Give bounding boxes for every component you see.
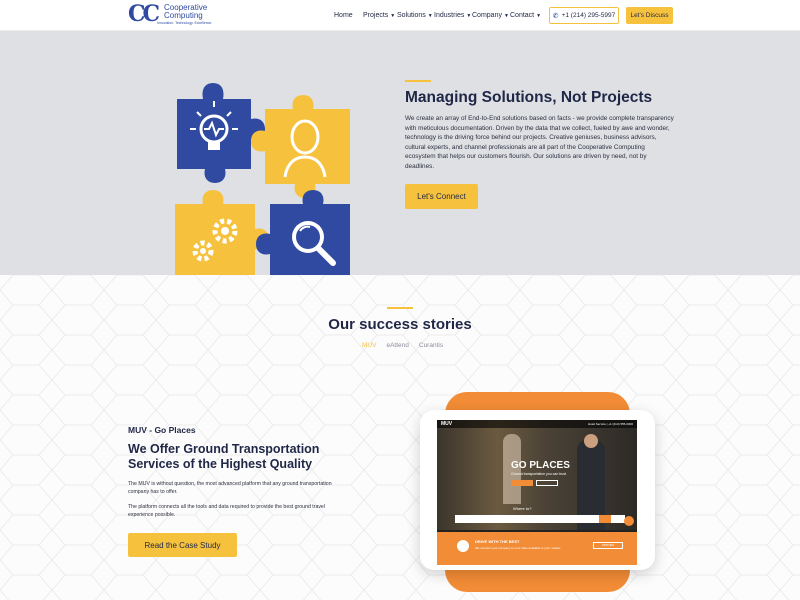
- screen-headline: GO PLACES: [511, 460, 570, 471]
- drive-button: PARTNER: [593, 542, 623, 549]
- case-kicker: MUV - Go Places: [128, 425, 196, 435]
- drive-subtitle: We connect your company to mov rides ava…: [475, 546, 561, 550]
- nav-label: Contact: [510, 12, 535, 19]
- puzzle-piece-lightbulb: [177, 83, 265, 183]
- screen-search-go: [599, 515, 611, 523]
- steering-wheel-icon: [457, 540, 469, 552]
- screen-button-primary: [511, 480, 533, 486]
- hero-title: Managing Solutions, Not Projects: [405, 89, 653, 106]
- screen-subheadline: Ground transportation you can trust: [511, 472, 567, 476]
- screen-where-label: Where to?: [513, 506, 532, 511]
- chevron-down-icon: ▼: [466, 12, 472, 19]
- chevron-down-icon: ▼: [427, 12, 433, 19]
- phone-icon: ✆: [552, 12, 559, 20]
- success-title: Our success stories: [328, 316, 472, 333]
- man-head: [584, 434, 598, 448]
- logo-line-2: Computing: [164, 11, 203, 20]
- phone-number: +1 (214) 295-5997: [561, 12, 616, 19]
- hero-body: We create an array of End-to-End solutio…: [405, 115, 674, 170]
- nav-item-solutions[interactable]: Solutions ▼: [397, 12, 433, 19]
- nav-label: Solutions: [397, 12, 426, 19]
- logo-mark: CC: [128, 1, 160, 27]
- tablet-screen: MUV Hotel Service | +1 (214) 555-0000 GO…: [437, 420, 637, 565]
- case-title: We Offer Ground Transportation Services …: [128, 442, 320, 471]
- lets-connect-button[interactable]: Let's Connect: [405, 184, 478, 209]
- nav-item-projects[interactable]: Projects ▼: [363, 12, 395, 19]
- chat-bubble-icon: [624, 516, 634, 526]
- phone-button[interactable]: ✆ +1 (214) 295-5997: [549, 7, 619, 24]
- nav-label: Industries: [434, 12, 465, 19]
- nav-item-company[interactable]: Company ▼: [472, 12, 509, 19]
- tab-muv[interactable]: MUV: [362, 342, 376, 349]
- read-case-study-button[interactable]: Read the Case Study: [128, 533, 237, 557]
- tab-curantis[interactable]: Curantis: [419, 342, 443, 349]
- muv-logo: MUV: [441, 421, 453, 427]
- chevron-down-icon: ▼: [390, 12, 396, 19]
- nav-label: Company: [472, 12, 502, 19]
- story-tabs: MUV eAttend Curantis: [362, 342, 453, 349]
- hero-accent-bar: [405, 80, 431, 82]
- screen-button-secondary: [536, 480, 558, 486]
- nav-label: Projects: [363, 12, 389, 19]
- lets-discuss-button[interactable]: Let's Discuss: [626, 7, 673, 24]
- nav-item-home[interactable]: Home: [334, 12, 353, 19]
- case-paragraph-1: The MUV is without question, the most ad…: [128, 481, 332, 495]
- top-navigation: CC Cooperative Computing Innovation. Tec…: [0, 0, 800, 31]
- drive-title: DRIVE WITH THE BEST: [475, 539, 520, 544]
- company-logo[interactable]: CC Cooperative Computing Innovation. Tec…: [128, 1, 213, 27]
- success-accent-bar: [387, 307, 413, 309]
- nav-item-industries[interactable]: Industries ▼: [434, 12, 471, 19]
- puzzle-piece-gears: [175, 190, 269, 279]
- chevron-down-icon: ▼: [536, 12, 542, 19]
- nav-item-contact[interactable]: Contact ▼: [510, 12, 541, 19]
- nav-label: Home: [334, 12, 353, 19]
- logo-tagline: Innovation. Technology. Excellence.: [157, 21, 213, 25]
- tab-eattend[interactable]: eAttend: [386, 342, 408, 349]
- hero-section: Managing Solutions, Not Projects We crea…: [0, 31, 800, 279]
- case-paragraph-2: The platform connects all the tools and …: [128, 504, 325, 518]
- chevron-down-icon: ▼: [503, 12, 509, 19]
- puzzle-piece-person: [251, 95, 350, 198]
- puzzle-illustration: [175, 83, 350, 279]
- screen-meta: Hotel Service | +1 (214) 555-0000: [587, 422, 633, 426]
